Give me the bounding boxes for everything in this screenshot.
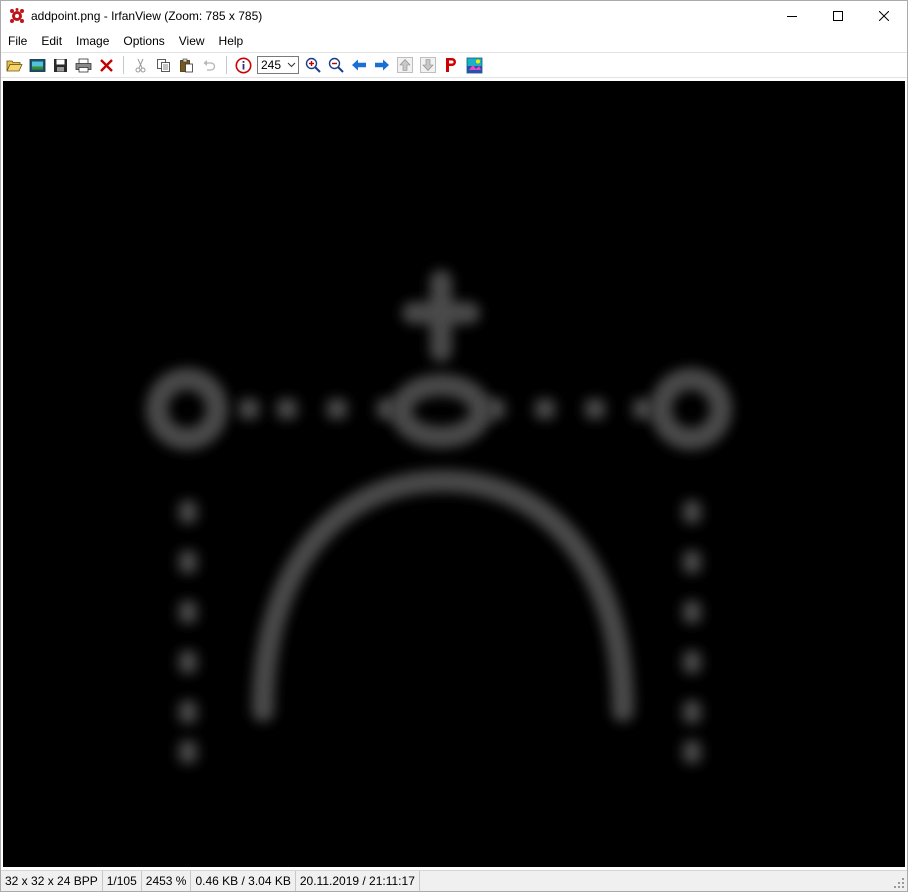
irfanview-logo-icon (10, 8, 24, 23)
save-button[interactable] (49, 54, 71, 76)
thumbnails-icon (466, 57, 482, 73)
paste-button[interactable] (175, 54, 197, 76)
zoom-out-icon (328, 57, 344, 73)
last-button[interactable] (417, 54, 439, 76)
undo-icon (203, 59, 215, 71)
paint-button[interactable] (440, 54, 462, 76)
next-button[interactable] (371, 54, 393, 76)
minimize-icon (787, 16, 797, 17)
zoom-select[interactable]: 245 (257, 56, 299, 74)
slideshow-button[interactable] (26, 54, 48, 76)
thumbnails-button[interactable] (463, 54, 485, 76)
irfanview-window: addpoint.png - IrfanView (Zoom: 785 x 78… (0, 0, 908, 892)
zoom-in-button[interactable] (302, 54, 324, 76)
copy-button[interactable] (152, 54, 174, 76)
paste-icon (179, 58, 193, 72)
status-filesize: 0.46 KB / 3.04 KB (191, 871, 296, 891)
slideshow-icon (29, 58, 45, 72)
menu-image[interactable]: Image (69, 31, 116, 51)
first-button[interactable] (394, 54, 416, 76)
delete-button[interactable] (95, 54, 117, 76)
minimize-button[interactable] (769, 1, 815, 31)
status-zoom: 2453 % (142, 871, 192, 891)
image-viewport[interactable] (3, 81, 905, 867)
window-controls (769, 1, 907, 31)
menu-edit[interactable]: Edit (34, 31, 69, 51)
toolbar-separator (123, 56, 124, 74)
status-bar: 32 x 32 x 24 BPP 1/105 2453 % 0.46 KB / … (1, 870, 907, 891)
save-icon (53, 58, 67, 72)
info-button[interactable] (232, 54, 254, 76)
toolbar: 245 (1, 52, 907, 78)
title-bar[interactable]: addpoint.png - IrfanView (Zoom: 785 x 78… (1, 1, 907, 31)
first-icon (397, 57, 413, 73)
open-icon (5, 60, 23, 71)
menu-file[interactable]: File (1, 31, 34, 51)
close-icon (879, 11, 889, 21)
status-datetime: 20.11.2019 / 21:11:17 (296, 871, 420, 891)
toolbar-separator (226, 56, 227, 74)
copy-icon (156, 58, 170, 72)
status-dimensions: 32 x 32 x 24 BPP (1, 871, 103, 891)
previous-icon (352, 59, 366, 71)
cut-icon (135, 58, 145, 72)
paint-icon (446, 58, 456, 72)
zoom-out-button[interactable] (325, 54, 347, 76)
info-icon (235, 57, 251, 73)
resize-grip-icon[interactable] (893, 877, 905, 889)
menu-options[interactable]: Options (116, 31, 171, 51)
maximize-icon (833, 11, 843, 21)
delete-icon (99, 58, 113, 72)
zoom-in-icon (305, 57, 321, 73)
close-button[interactable] (861, 1, 907, 31)
open-button[interactable] (3, 54, 25, 76)
undo-button[interactable] (198, 54, 220, 76)
menu-help[interactable]: Help (212, 31, 251, 51)
chevron-down-icon (287, 62, 296, 68)
maximize-button[interactable] (815, 1, 861, 31)
print-button[interactable] (72, 54, 94, 76)
zoom-select-value: 245 (261, 58, 282, 72)
window-title: addpoint.png - IrfanView (Zoom: 785 x 78… (31, 9, 263, 23)
last-icon (420, 57, 436, 73)
cut-button[interactable] (129, 54, 151, 76)
previous-button[interactable] (348, 54, 370, 76)
menu-view[interactable]: View (172, 31, 212, 51)
next-icon (375, 59, 389, 71)
status-index: 1/105 (103, 871, 142, 891)
add-point-vector-image (146, 270, 732, 763)
menu-bar: File Edit Image Options View Help (1, 31, 907, 51)
print-icon (75, 58, 91, 72)
